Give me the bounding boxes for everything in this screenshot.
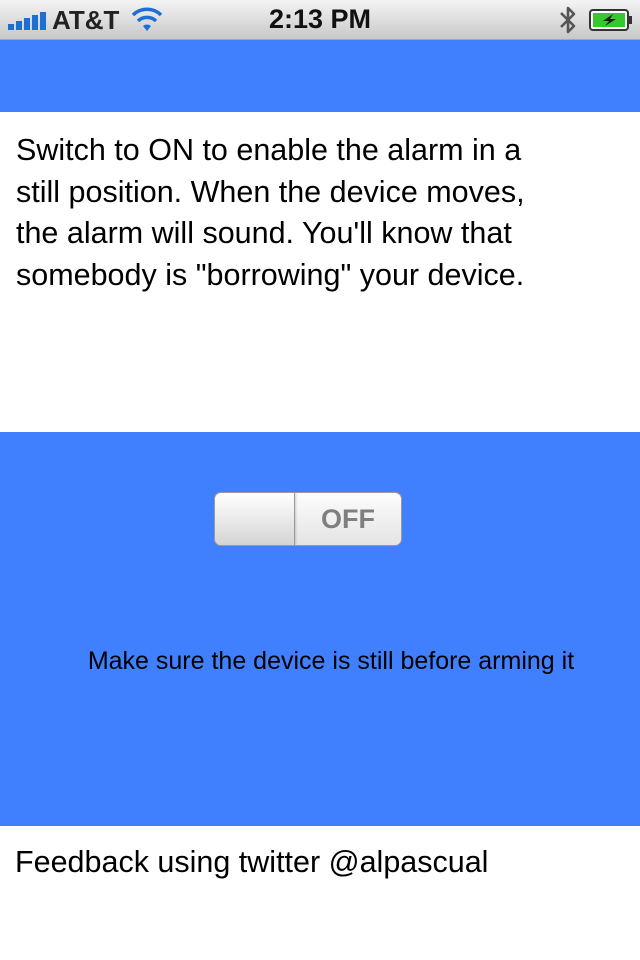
header-band bbox=[0, 40, 640, 112]
instructions-text: Switch to ON to enable the alarm in a st… bbox=[16, 133, 525, 292]
switch-knob[interactable] bbox=[215, 493, 295, 545]
arming-hint-text: Make sure the device is still before arm… bbox=[87, 647, 575, 675]
bluetooth-icon bbox=[560, 6, 576, 34]
app-screen: AT&T 2:13 PM Switch to ON to enable the … bbox=[0, 0, 640, 960]
status-time: 2:13 PM bbox=[268, 4, 372, 34]
alarm-toggle-switch[interactable]: OFF bbox=[214, 492, 402, 546]
status-bar: AT&T 2:13 PM bbox=[0, 0, 640, 40]
alarm-control-panel: OFF Make sure the device is still before… bbox=[0, 432, 640, 826]
switch-state-label: OFF bbox=[321, 504, 375, 534]
feedback-link[interactable]: Feedback using twitter @alpascual bbox=[15, 843, 488, 881]
battery-charging-icon bbox=[589, 9, 632, 31]
